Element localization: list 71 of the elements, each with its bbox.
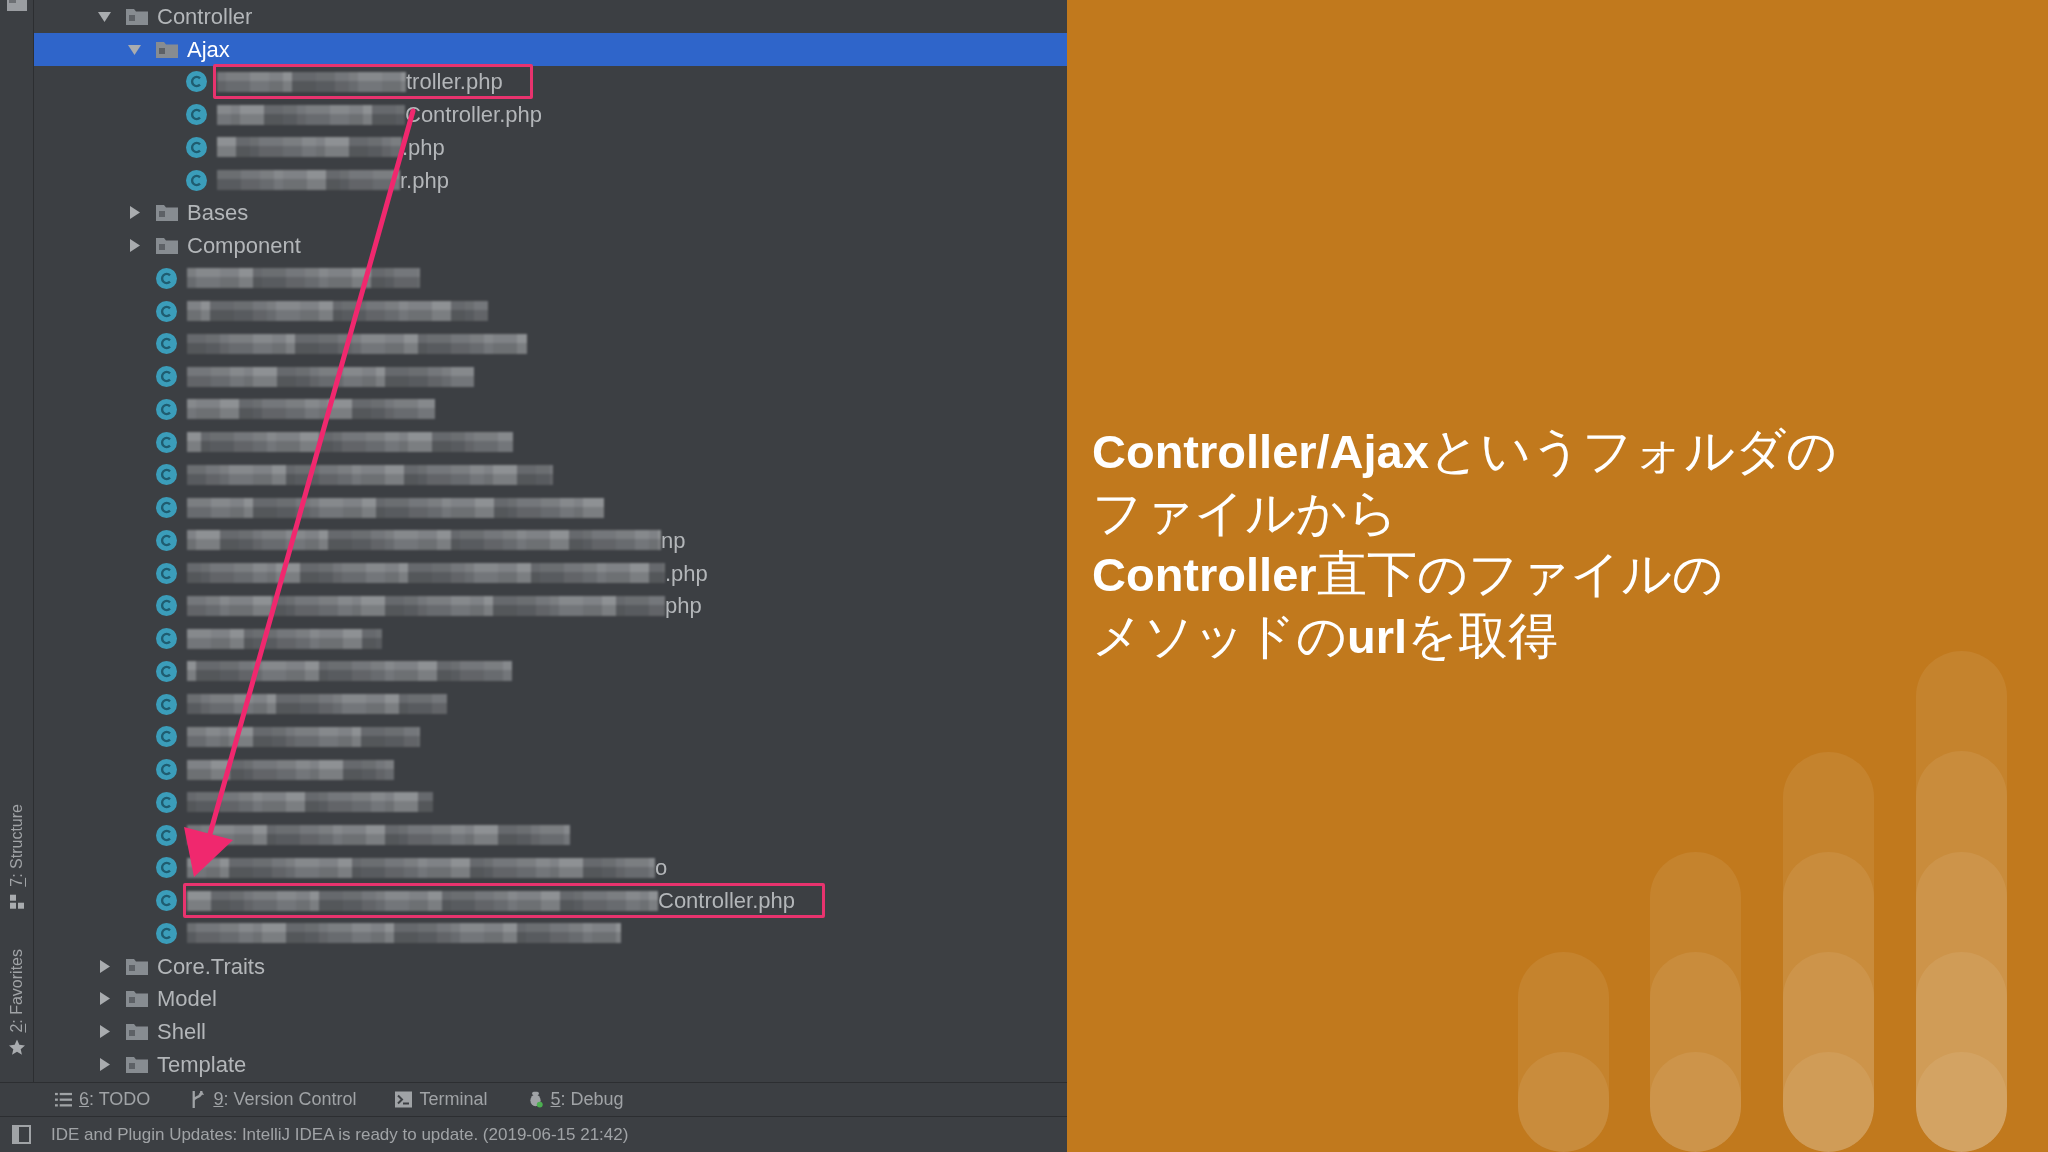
todo-button[interactable]: 6: TODO xyxy=(55,1089,151,1110)
folder-icon xyxy=(126,990,148,1008)
star-icon xyxy=(8,1040,25,1056)
caret-right-icon[interactable] xyxy=(98,1057,111,1071)
tree-item[interactable]: Model xyxy=(98,982,217,1016)
class-icon xyxy=(156,431,177,453)
version-control-button[interactable]: 9: Version Control xyxy=(189,1089,357,1110)
list-icon xyxy=(55,1091,72,1108)
caret-right-icon[interactable] xyxy=(128,239,141,253)
class-icon xyxy=(156,300,177,322)
class-icon xyxy=(156,562,177,584)
folder-icon xyxy=(126,957,148,975)
caret-down-icon[interactable] xyxy=(98,9,111,23)
terminal-button[interactable]: Terminal xyxy=(395,1089,488,1110)
status-message: IDE and Plugin Updates: IntelliJ IDEA is ready to update. (2019-06-15 21:42) xyxy=(51,1124,629,1145)
tree-item[interactable]: Ajax xyxy=(128,32,230,66)
tool-window-tab[interactable]: 7: Structure xyxy=(7,803,26,910)
folder-icon xyxy=(156,40,178,58)
class-icon xyxy=(156,267,177,289)
tree-item[interactable]: Component xyxy=(128,229,301,262)
debug-button[interactable]: 5: Debug xyxy=(526,1089,624,1110)
class-icon xyxy=(156,857,177,879)
class-icon xyxy=(156,791,177,813)
tree-item[interactable]: Controller xyxy=(98,0,253,33)
class-icon xyxy=(186,136,207,158)
caret-right-icon[interactable] xyxy=(98,1025,111,1039)
class-icon xyxy=(156,890,177,912)
slide-caption: Controller/Ajaxというフォルダの ファイルから Controller直下のファイルの メソッドのurlを取得 xyxy=(1092,422,1837,666)
caret-down-icon[interactable] xyxy=(128,42,141,56)
class-icon xyxy=(156,628,177,650)
tree-item[interactable]: php xyxy=(156,589,702,623)
class-icon xyxy=(156,693,177,715)
caret-right-icon[interactable] xyxy=(98,959,111,973)
tree-item[interactable]: r.php xyxy=(186,163,449,197)
tree-item[interactable]: .php xyxy=(156,556,708,590)
caret-right-icon[interactable] xyxy=(128,206,141,220)
panel-toggle-icon[interactable] xyxy=(12,1125,31,1144)
class-icon xyxy=(156,726,177,748)
tree-item[interactable]: troller.php xyxy=(186,65,503,99)
folder-icon xyxy=(126,1055,148,1073)
class-icon xyxy=(156,333,177,355)
tree-item[interactable]: np xyxy=(156,524,686,557)
panel-icon[interactable] xyxy=(6,0,27,11)
structure-icon xyxy=(8,893,25,910)
tree-item[interactable]: Shell xyxy=(98,1015,206,1048)
tool-window-tab[interactable]: 2: Favorites xyxy=(7,949,26,1056)
tree-item[interactable]: Controller.php xyxy=(156,884,795,917)
terminal-icon xyxy=(395,1091,413,1108)
tree-item[interactable]: o xyxy=(156,851,668,885)
class-icon xyxy=(156,529,177,551)
tree-item[interactable]: .php xyxy=(186,131,445,164)
tree-item[interactable]: Template xyxy=(98,1048,247,1081)
class-icon xyxy=(156,660,177,682)
folder-icon xyxy=(126,7,148,25)
class-icon xyxy=(156,398,177,420)
class-icon xyxy=(156,759,177,781)
class-icon xyxy=(156,366,177,388)
tree-item[interactable]: Bases xyxy=(128,196,249,230)
folder-icon xyxy=(156,204,178,222)
class-icon xyxy=(186,169,207,191)
class-icon xyxy=(156,922,177,944)
caret-right-icon[interactable] xyxy=(98,992,111,1006)
folder-icon xyxy=(156,237,178,255)
class-icon xyxy=(156,497,177,519)
class-icon xyxy=(156,824,177,846)
class-icon xyxy=(156,464,177,486)
class-icon xyxy=(156,595,177,617)
tree-item[interactable]: Core.Traits xyxy=(98,949,265,983)
class-icon xyxy=(186,104,207,126)
class-icon xyxy=(186,71,207,93)
folder-icon xyxy=(126,1023,148,1041)
